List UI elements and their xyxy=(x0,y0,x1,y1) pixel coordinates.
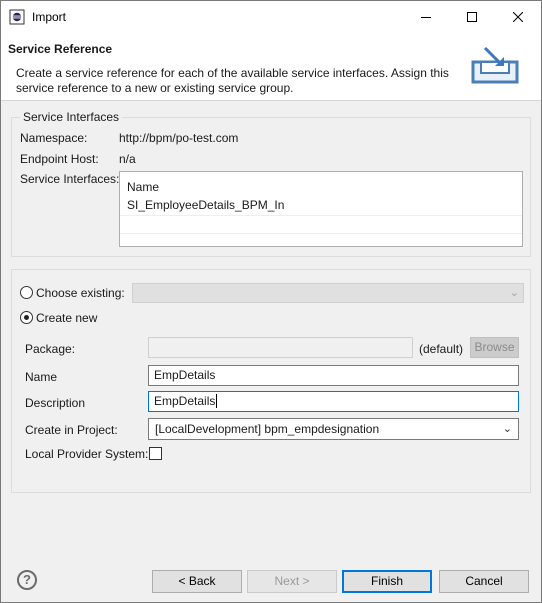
minimize-icon xyxy=(421,16,431,18)
title-bar: Import xyxy=(1,1,541,32)
minimize-button[interactable] xyxy=(403,1,449,32)
close-icon xyxy=(513,11,523,22)
create-new-radio[interactable] xyxy=(20,311,33,324)
list-column-header: Name xyxy=(127,180,160,194)
list-item[interactable]: SI_EmployeeDetails_BPM_In xyxy=(120,194,522,216)
choose-existing-label[interactable]: Choose existing: xyxy=(36,286,125,300)
chevron-down-icon: ⌄ xyxy=(509,287,519,299)
local-provider-label: Local Provider System: xyxy=(25,447,149,461)
endpoint-host-label: Endpoint Host: xyxy=(20,152,99,166)
cancel-button[interactable]: Cancel xyxy=(439,570,529,593)
choose-existing-radio[interactable] xyxy=(20,286,33,299)
existing-group-combo[interactable]: ⌄ xyxy=(132,283,524,303)
package-input[interactable] xyxy=(148,337,413,358)
package-default-text: (default) xyxy=(419,342,464,356)
import-dialog: Import Service Reference Create a servic… xyxy=(0,0,542,603)
name-label: Name xyxy=(25,370,58,384)
text-caret xyxy=(216,394,218,408)
service-interfaces-list[interactable]: Name SI_EmployeeDetails_BPM_In xyxy=(119,171,523,247)
close-button[interactable] xyxy=(495,1,541,32)
namespace-label: Namespace: xyxy=(20,131,88,145)
eclipse-app-icon xyxy=(9,9,25,25)
create-new-label[interactable]: Create new xyxy=(36,311,97,325)
window-title: Import xyxy=(32,10,67,24)
name-field[interactable]: EmpDetails xyxy=(148,365,519,386)
maximize-button[interactable] xyxy=(449,1,495,32)
finish-button[interactable]: Finish xyxy=(342,570,432,593)
page-description: Create a service reference for each of t… xyxy=(16,66,449,95)
next-button[interactable]: Next > xyxy=(247,570,337,593)
description-label: Description xyxy=(25,396,86,410)
service-interfaces-label: Service Interfaces: xyxy=(20,172,120,186)
page-title: Service Reference xyxy=(8,42,113,56)
create-in-project-label: Create in Project: xyxy=(25,423,118,437)
endpoint-host-value: n/a xyxy=(119,152,136,166)
local-provider-checkbox[interactable] xyxy=(149,447,162,460)
description-value: EmpDetails xyxy=(154,394,216,408)
list-empty-row xyxy=(120,216,522,234)
service-interfaces-legend: Service Interfaces xyxy=(20,110,123,124)
description-field[interactable]: EmpDetails xyxy=(148,391,519,412)
project-select-value: [LocalDevelopment] bpm_empdesignation xyxy=(155,422,380,436)
project-select[interactable]: [LocalDevelopment] bpm_empdesignation ⌄ xyxy=(148,418,519,440)
import-wizard-icon xyxy=(471,46,519,84)
wizard-header: Service Reference Create a service refer… xyxy=(1,32,541,101)
browse-button[interactable]: Browse xyxy=(470,337,519,358)
package-label: Package: xyxy=(25,342,76,356)
help-icon[interactable]: ? xyxy=(17,570,37,590)
namespace-value: http://bpm/po-test.com xyxy=(119,131,239,145)
chevron-down-icon: ⌄ xyxy=(502,423,512,435)
back-button[interactable]: < Back xyxy=(152,570,242,593)
maximize-icon xyxy=(467,11,477,22)
